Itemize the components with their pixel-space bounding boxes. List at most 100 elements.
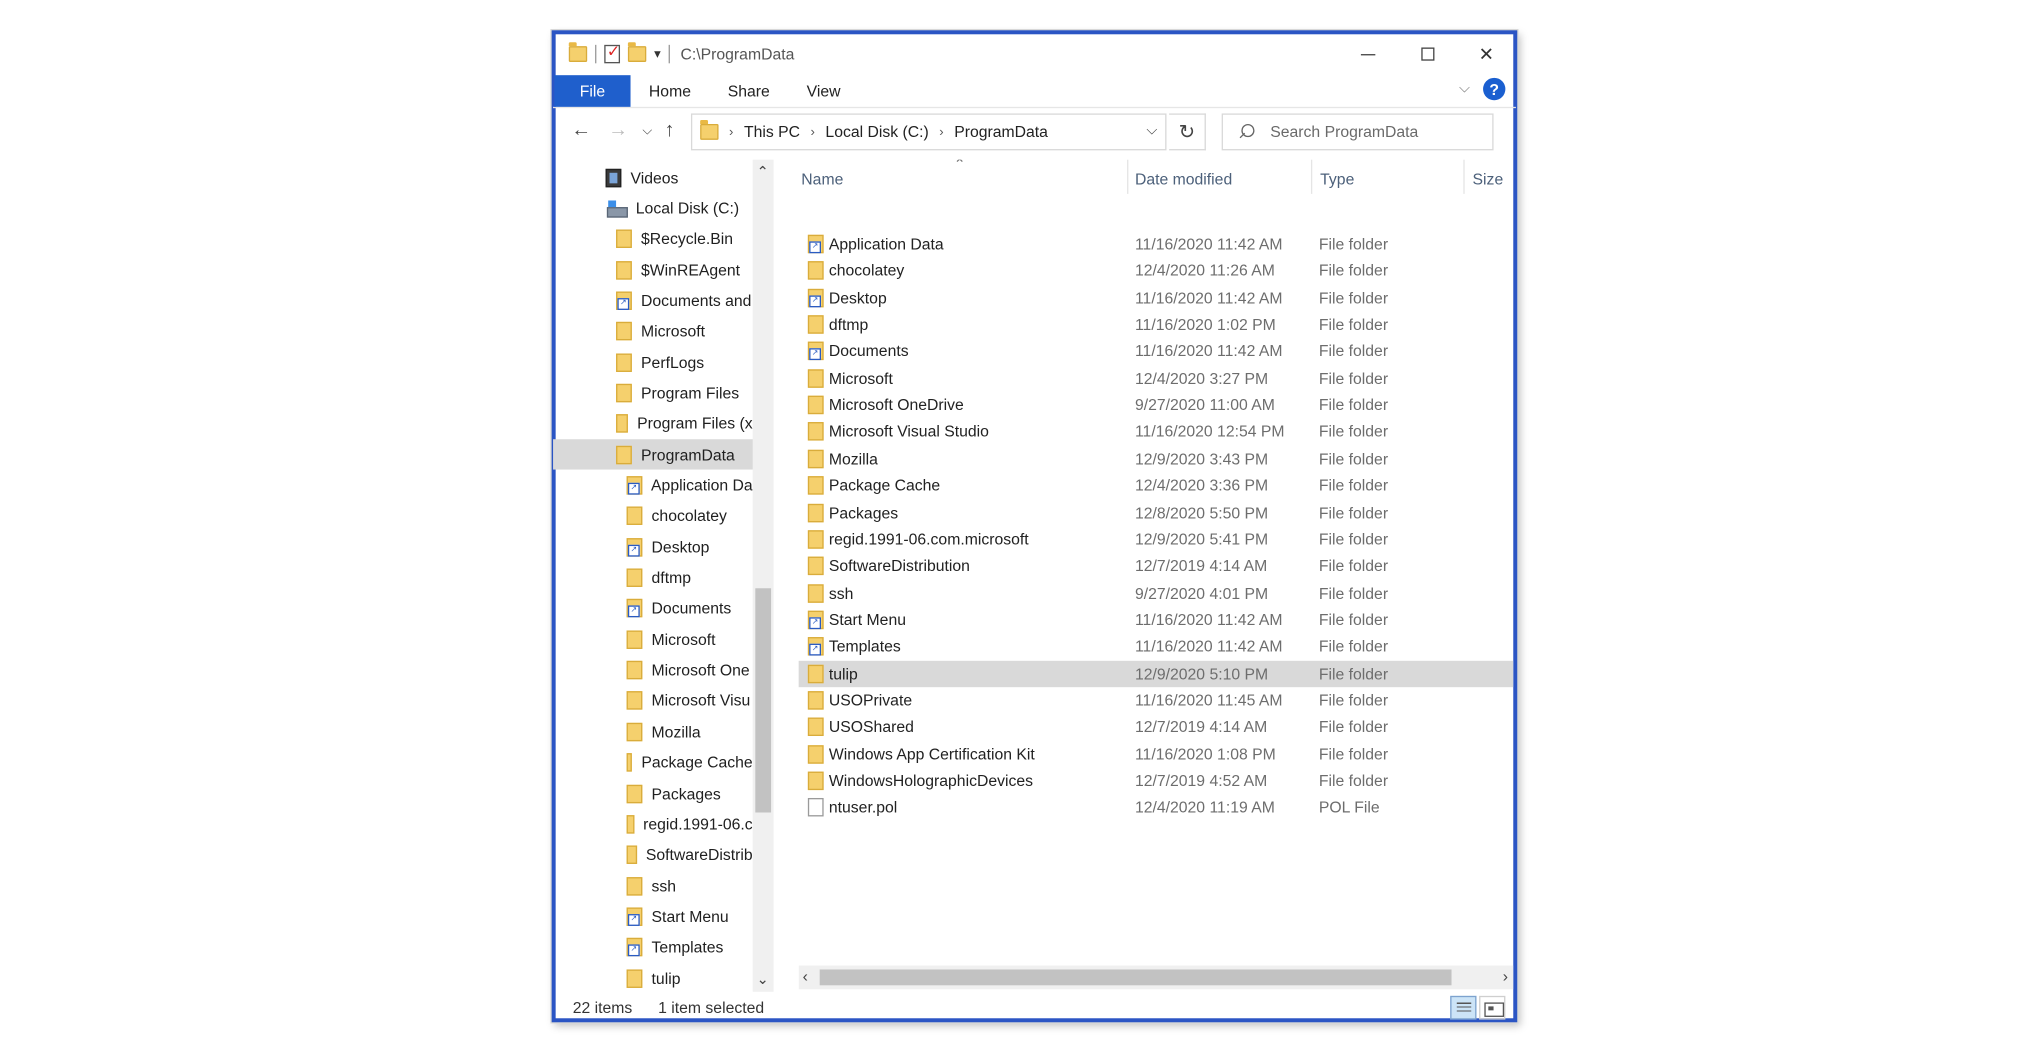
file-row[interactable]: Microsoft Visual Studio 11/16/2020 12:54 … — [799, 419, 1514, 445]
nav-item[interactable]: Package Cache — [553, 747, 753, 777]
folder-icon — [807, 744, 824, 764]
nav-item[interactable]: chocolatey — [553, 501, 753, 531]
scroll-right-icon[interactable]: › — [1503, 967, 1508, 985]
nav-item[interactable]: Start Menu — [553, 901, 753, 931]
help-icon[interactable]: ? — [1483, 77, 1506, 101]
close-button[interactable]: ✕ — [1457, 32, 1516, 77]
folder-icon — [807, 530, 824, 549]
file-row[interactable]: Start Menu 11/16/2020 11:42 AM File folder — [799, 607, 1514, 633]
nav-item[interactable]: $Recycle.Bin — [553, 224, 753, 254]
refresh-button[interactable]: ↻ — [1169, 113, 1206, 151]
column-header-size[interactable]: Size — [1473, 170, 1504, 188]
file-row[interactable]: chocolatey 12/4/2020 11:26 AM File folder — [799, 258, 1514, 284]
tab-home[interactable]: Home — [631, 75, 710, 107]
nav-item[interactable]: Videos — [553, 162, 753, 192]
nav-item[interactable]: Packages — [553, 778, 753, 808]
file-row[interactable]: USOPrivate 11/16/2020 11:45 AM File folder — [799, 687, 1514, 713]
column-header-date[interactable]: Date modified — [1135, 170, 1232, 188]
file-name: ntuser.pol — [828, 798, 898, 817]
horizontal-scrollbar[interactable]: ‹ › — [798, 965, 1514, 990]
column-divider[interactable] — [1463, 159, 1465, 194]
chevron-right-icon[interactable]: › — [811, 125, 815, 140]
column-header-name[interactable]: Name — [801, 170, 843, 188]
customize-toolbar-icon[interactable]: ▾ — [654, 47, 661, 62]
nav-item[interactable]: ssh — [553, 871, 753, 901]
nav-item[interactable]: Local Disk (C:) — [553, 193, 753, 223]
address-bar[interactable]: › This PC › Local Disk (C:) › ProgramDat… — [690, 113, 1167, 151]
search-input[interactable]: Search ProgramData — [1221, 113, 1494, 151]
nav-item[interactable]: Documents — [553, 593, 753, 623]
file-row[interactable]: Documents 11/16/2020 11:42 AM File folder — [799, 338, 1514, 364]
scrollbar-thumb[interactable] — [819, 969, 1452, 986]
file-type: File folder — [1318, 583, 1389, 603]
file-row[interactable]: tulip 12/9/2020 5:10 PM File folder — [798, 660, 1514, 687]
back-arrow-icon[interactable]: ← — [571, 119, 591, 141]
chevron-right-icon[interactable]: › — [729, 125, 733, 140]
expand-ribbon-icon[interactable]: ⌵ — [1459, 80, 1470, 97]
file-row[interactable]: regid.1991-06.com.microsoft 12/9/2020 5:4… — [799, 526, 1514, 552]
scroll-left-icon[interactable]: ‹ — [803, 967, 808, 985]
file-row[interactable]: SoftwareDistribution 12/7/2019 4:14 AM Fil… — [799, 553, 1514, 579]
nav-item[interactable]: Microsoft Visu — [553, 686, 753, 716]
nav-item[interactable]: SoftwareDistrib — [553, 840, 753, 870]
nav-item[interactable]: $WinREAgent — [553, 255, 753, 285]
maximize-button[interactable] — [1398, 32, 1457, 77]
column-divider[interactable] — [1310, 159, 1313, 194]
file-row[interactable]: Package Cache 12/4/2020 3:36 PM File folde… — [799, 472, 1514, 498]
nav-item[interactable]: Mozilla — [553, 717, 753, 747]
breadcrumb-this-pc[interactable]: This PC — [744, 123, 800, 141]
nav-item[interactable]: Microsoft — [553, 316, 753, 346]
recent-locations-icon[interactable]: ⌵ — [642, 124, 652, 139]
maximize-icon — [1420, 47, 1434, 61]
nav-item[interactable]: Program Files (x — [553, 409, 753, 439]
chevron-right-icon[interactable]: › — [939, 125, 943, 140]
file-row[interactable]: Windows App Certification Kit 11/16/2020 … — [799, 741, 1514, 767]
file-row[interactable]: Microsoft OneDrive 9/27/2020 11:00 AM File… — [799, 392, 1514, 418]
nav-item[interactable]: Documents and — [553, 285, 753, 315]
breadcrumb-local-disk[interactable]: Local Disk (C:) — [825, 123, 928, 141]
file-row[interactable]: WindowsHolographicDevices 12/7/2019 4:52 … — [799, 768, 1514, 794]
nav-item[interactable]: tulip — [553, 963, 753, 992]
file-row[interactable]: dftmp 11/16/2020 1:02 PM File folder — [799, 311, 1514, 337]
file-row[interactable]: USOShared 12/7/2019 4:14 AM File folder — [799, 714, 1514, 740]
address-history-dropdown-icon[interactable]: ⌵ — [1146, 123, 1157, 140]
up-arrow-icon[interactable]: ↑ — [665, 119, 675, 141]
tab-view[interactable]: View — [788, 75, 859, 107]
column-header-type[interactable]: Type — [1320, 170, 1354, 188]
tab-share[interactable]: Share — [709, 75, 788, 107]
nav-vertical-scrollbar[interactable]: ⌃ ⌄ — [752, 159, 774, 992]
scroll-down-icon[interactable]: ⌄ — [757, 971, 769, 988]
nav-item[interactable]: Microsoft One — [553, 655, 753, 685]
properties-icon[interactable] — [604, 42, 620, 64]
file-row[interactable]: Packages 12/8/2020 5:50 PM File folder — [799, 499, 1514, 525]
file-row[interactable]: Mozilla 12/9/2020 3:43 PM File folder — [799, 446, 1514, 472]
new-folder-icon[interactable] — [627, 42, 647, 62]
nav-item[interactable]: PerfLogs — [553, 347, 753, 377]
tab-file[interactable]: File — [554, 75, 631, 107]
forward-arrow-icon[interactable]: → — [608, 119, 628, 141]
nav-item[interactable]: ProgramData — [553, 439, 758, 470]
file-name: Templates — [828, 637, 901, 656]
file-row[interactable]: ntuser.pol 12/4/2020 11:19 AM POL File — [799, 794, 1514, 820]
nav-item[interactable]: Desktop — [553, 532, 753, 562]
minimize-button[interactable] — [1339, 32, 1398, 77]
nav-item-label: Videos — [630, 168, 679, 187]
details-view-icon[interactable] — [1450, 995, 1477, 1020]
file-row[interactable]: Application Data 11/16/2020 11:42 AM File … — [799, 231, 1514, 257]
file-row[interactable]: ssh 9/27/2020 4:01 PM File folder — [799, 580, 1514, 606]
file-row[interactable]: Microsoft 12/4/2020 3:27 PM File folder — [799, 365, 1514, 391]
column-divider[interactable] — [1127, 159, 1129, 194]
file-row[interactable]: Desktop 11/16/2020 11:42 AM File folder — [799, 284, 1514, 310]
nav-item[interactable]: Templates — [553, 932, 753, 962]
nav-item[interactable]: regid.1991-06.c — [553, 809, 753, 839]
nav-item[interactable]: Program Files — [553, 378, 753, 408]
nav-item[interactable]: Microsoft — [553, 624, 753, 654]
nav-item[interactable]: Application Da — [553, 470, 753, 500]
nav-item[interactable]: dftmp — [553, 563, 753, 593]
nav-item-label: Microsoft — [651, 630, 716, 649]
breadcrumb-programdata[interactable]: ProgramData — [954, 123, 1048, 141]
large-icons-view-icon[interactable] — [1479, 995, 1506, 1020]
scroll-up-icon[interactable]: ⌃ — [757, 164, 769, 181]
scrollbar-thumb[interactable] — [755, 588, 772, 813]
file-row[interactable]: Templates 11/16/2020 11:42 AM File folder — [799, 633, 1514, 659]
